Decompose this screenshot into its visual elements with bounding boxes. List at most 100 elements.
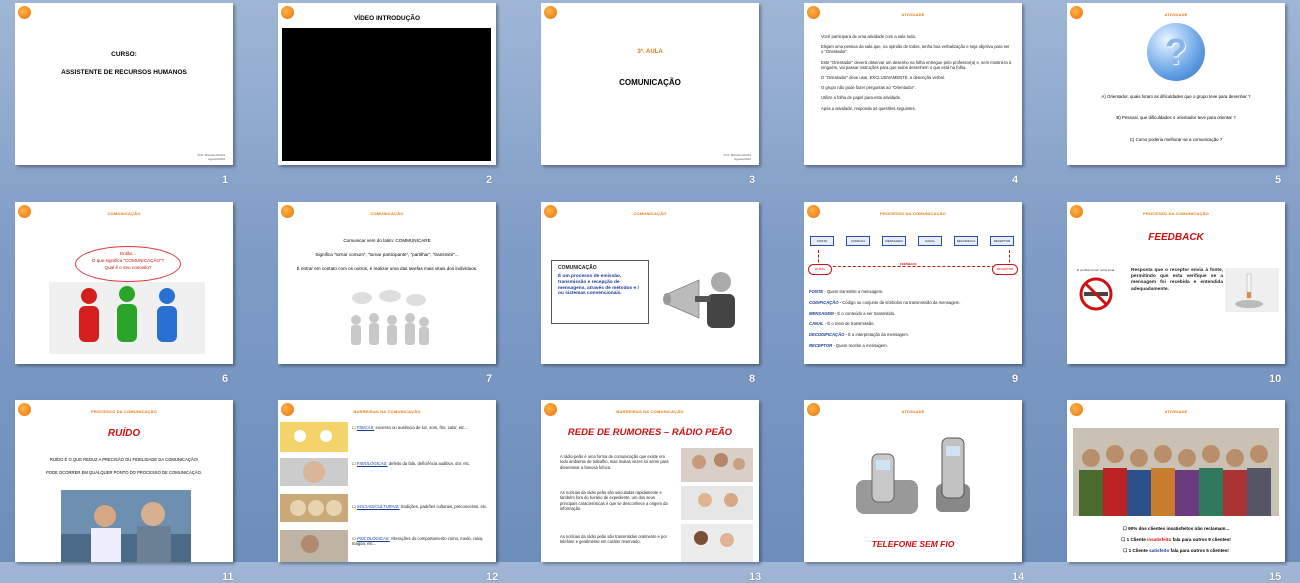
slide-thumbnail-11[interactable]: PROCESSO DA COMUNICAÇÃO RUÍDO RUÍDO É O … [15,400,233,562]
slide-thumbnail-9[interactable]: PROCESSO DA COMUNICAÇÃO FONTE CODIFICA M… [804,202,1022,364]
slide-header: ATIVIDADE [1164,409,1188,414]
speech-bubble: Então... O que significa “COMUNICAÇÃO”? … [75,246,181,282]
slide-class-label: 3ª. AULA [637,49,663,55]
body-line: Este “Orientador” deverá observar um des… [821,59,1012,70]
question-line: C) Como poderia melhorar-se a comunicaçã… [1129,137,1223,142]
barrier-term: PSICOLÓGICAS: [356,536,390,541]
body-line: Significa “tornar comum”, “tornar partic… [315,252,459,257]
definition-item: CODIFICAÇÃO - Código ou conjunto de símb… [809,298,961,309]
slide-credit: Prof. Marcelo Rocha Agosto/2012 [197,153,225,161]
slide-number: 13 [749,571,762,583]
box-title: COMUNICAÇÃO [558,265,597,271]
definition-text: - Quem transmite a mensagem. [823,289,884,294]
definition-term: RECEPTOR [809,342,833,348]
logo-icon [544,6,557,19]
slide-number: 6 [222,373,229,385]
slide-header: PROCESSO DA COMUNICAÇÃO [879,211,946,216]
slide-thumbnail-15[interactable]: ATIVIDADE ☐ 90% dos clientes insatisfeit… [1067,400,1285,562]
feedback-definition: Resposta que o receptor envia à fonte, p… [1131,268,1223,292]
stat-highlight: satisfeito [1149,548,1170,553]
slide-number: 4 [1012,174,1019,186]
body-line: Você participará de uma atividade com a … [821,34,916,39]
definition-term: CANAL [809,321,824,327]
megaphone-man-icon [663,272,735,328]
stat-post: fala para outros 9 clientes! [1171,537,1231,542]
no-smoking-sign: É proibido fumar neste local. [1070,268,1122,318]
definition-text: - Quem recebe a mensagem. [832,342,888,348]
slide-thumbnail-6[interactable]: COMUNICAÇÃO Então... O que significa “CO… [15,202,233,364]
definition-item: FONTE - Quem transmite a mensagem. [809,287,961,298]
stressed-man-phone-icon [61,490,191,562]
bubble-text: O que significa “COMUNICAÇÃO”? [91,258,165,263]
stat-line: ☐ 1 Cliente satisfeito fala para outros … [1067,548,1285,554]
no-smoking-icon [1079,277,1113,311]
box-text: É um processo de emissão, transmissão e … [558,274,639,297]
flow-box: CODIFICA [846,236,870,246]
definition-text: - Código ou conjunto de símbolos na tran… [838,299,961,305]
slide-header: COMUNICAÇÃO [370,211,404,216]
slide-thumbnail-12[interactable]: BARREIRAS NA COMUNICAÇÃO ☐ FÍSICAS: exce… [278,400,496,562]
slide-thumbnail-8[interactable]: COMUNICAÇÃO COMUNICAÇÃO É um processo de… [541,202,759,364]
slide-title: FEEDBACK [1148,232,1204,243]
question-mark-icon: ? [1147,23,1205,81]
slide-header: ATIVIDADE [901,409,925,414]
communication-flow-diagram: FONTE CODIFICA MENSAGEM CANAL DECODIFICA… [810,236,1016,246]
stat-pre: 1 Cliente [1128,548,1150,553]
slide-title: REDE DE RUMORES – RÁDIO PEÃO [567,427,733,438]
definition-term: DECODIFICAÇÃO [809,332,845,338]
stat-line: ☐ 1 Cliente insatisfeito fala para outro… [1067,537,1285,543]
body-line: Comunicar vem do latim: COMMUNICARE [343,238,431,243]
stat-pre: 1 Cliente [1126,537,1148,542]
slide-thumbnail-1[interactable]: CURSO: ASSISTENTE DE RECURSOS HUMANOS Pr… [15,3,233,165]
slide-thumbnail-2[interactable]: VÍDEO INTRODUÇÃO [278,3,496,165]
slide-thumbnail-3[interactable]: 3ª. AULA COMUNICAÇÃO Prof. Marcelo Rocha… [541,3,759,165]
slide-thumbnail-10[interactable]: PROCESSO DA COMUNICAÇÃO FEEDBACK É proib… [1067,202,1285,364]
body-paragraph: As notícias da rádio peão são veiculadas… [560,490,668,512]
crowd-talking-icon [351,290,429,345]
slide-number: 1 [222,174,229,186]
three-people-icon [49,282,205,354]
barrier-item: ☐ PSICOLÓGICAS: Alterações do comportame… [352,536,490,547]
slide-header: COMUNICAÇÃO [633,211,667,216]
definition-item: RECEPTOR - Quem recebe a mensagem. [809,341,961,352]
cigarette-ashtray-icon [1225,268,1279,312]
definition-item: DECODIFICAÇÃO - É a interpretação da men… [809,330,961,341]
bubble-text: Qual é o seu conceito? [104,265,152,270]
slide-title: TELEFONE SEM FIO [871,539,955,549]
barrier-item: ☐ FISIOLÓGICAS: defeito da fala, deficiê… [352,461,490,466]
body-paragraph: As notícias da rádio peão são transmitid… [560,534,667,545]
slide-header: COMUNICAÇÃO [107,211,141,216]
definition-item: MENSAGEM - É o conteúdo a ser transmitid… [809,309,961,320]
barrier-text: tradições, padrões culturais, preconceit… [399,504,488,509]
video-player[interactable] [282,28,491,161]
slide-thumbnail-7[interactable]: COMUNICAÇÃO Comunicar vem do latim: COMM… [278,202,496,364]
definition-term: FONTE [809,289,824,294]
definition-text: - É o meio de transmissão. [823,321,875,327]
flow-box: DECODIFICA [954,236,978,246]
flow-feedback-label: FEEDBACK [900,262,917,266]
slide-number: 15 [1269,571,1282,583]
angry-crowd-image [1073,428,1279,516]
flow-box: MENSAGEM [882,236,906,246]
definition-item: CANAL - É o meio de transmissão. [809,319,961,330]
slide-header: ATIVIDADE [901,12,925,17]
barrier-term: FISIOLÓGICAS: [356,461,388,466]
slide-number: 14 [1012,571,1025,583]
barrier-item: ☐ FÍSICAS: excesso ou ausência de luz, s… [352,425,490,430]
slide-title: COMUNICAÇÃO [619,78,681,87]
slide-thumbnail-5[interactable]: ATIVIDADE ? A) Orientador, quais foram a… [1067,3,1285,165]
slide-number: 2 [486,174,493,186]
slide-thumbnail-4[interactable]: ATIVIDADE Você participará de uma ativid… [804,3,1022,165]
definitions-list: FONTE - Quem transmite a mensagem. CODIF… [809,287,961,352]
slide-thumbnail-14[interactable]: ATIVIDADE TELEFONE SEM FIO [804,400,1022,562]
flow-noise-label: RUÍDO [808,264,832,275]
stat-post: fala para outros 5 clientes! [1169,548,1229,553]
body-line: O “Orientador” deve usar, EXCLUSIVAMENTE… [821,75,945,81]
slide-thumbnail-13[interactable]: BARREIRAS NA COMUNICAÇÃO REDE DE RUMORES… [541,400,759,562]
stat-line: ☐ 90% dos clientes insatisfeitos não rec… [1067,526,1285,532]
definition-term: CODIFICAÇÃO [809,299,839,305]
slide-header: PROCESSO DA COMUNICAÇÃO [1142,211,1209,216]
slide-number: 12 [486,571,499,583]
body-line: É entrar em contato com os outros, é rea… [296,266,478,271]
definition-text: - É a interpretação da mensagem. [844,332,909,338]
